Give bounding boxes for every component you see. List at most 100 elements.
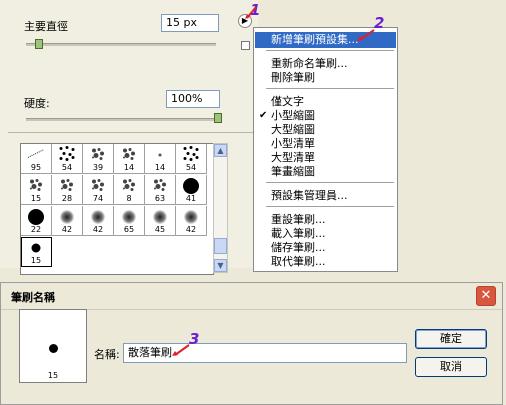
brush-tip-splatter (89, 177, 107, 196)
brush-thumbnail[interactable]: 41 (176, 175, 207, 205)
brush-thumbnail[interactable]: 15 (21, 175, 52, 205)
hardness-field[interactable]: 100% (166, 90, 220, 108)
brush-name-dialog: 筆刷名稱 ✕ 15 名稱: 散落筆刷 3 確定 取消 (0, 282, 503, 405)
name-label: 名稱: (94, 348, 120, 361)
brush-grid-scrollbar[interactable]: ▲ ▼ (213, 143, 228, 273)
brush-thumbnail[interactable]: 45 (145, 206, 176, 236)
preview-size: 15 (47, 371, 59, 380)
menu-item-label: 小型清單 (271, 137, 315, 150)
brush-size-label: 65 (123, 225, 135, 234)
brush-size-label: 42 (92, 225, 104, 234)
dialog-title: 筆刷名稱 (11, 291, 55, 304)
menu-item-label: 新增筆刷預設集... (271, 33, 359, 46)
menu-item-label: 載入筆刷... (271, 227, 326, 240)
menu-item-label: 大型縮圖 (271, 123, 315, 136)
brush-thumbnail[interactable]: 22 (21, 206, 52, 236)
brush-size-label: 41 (185, 194, 197, 203)
brush-tip-solid-large (183, 178, 199, 194)
menu-item-label: 僅文字 (271, 95, 304, 108)
brush-size-label: 54 (61, 163, 73, 172)
brush-thumbnail[interactable]: 95 (21, 144, 52, 174)
brush-tip-dots (181, 146, 201, 165)
brush-grid: 95 54 39 14 14 54 15 28 74 8 63 41 22 42 42 65 45 42 15 (20, 143, 214, 275)
brush-size-label: 14 (154, 163, 166, 172)
brush-tip-splatter (120, 177, 138, 196)
hardness-slider-track[interactable] (26, 118, 218, 121)
menu-separator (266, 88, 394, 89)
menu-item[interactable]: 筆畫縮圖 (255, 164, 396, 180)
brush-tip-splatter (151, 177, 169, 196)
annotation-arrow-1 (245, 6, 257, 19)
cancel-button[interactable]: 取消 (415, 357, 487, 377)
brush-thumbnail[interactable]: 42 (176, 206, 207, 236)
brush-thumbnail[interactable]: 74 (83, 175, 114, 205)
brush-tip-splatter (27, 177, 45, 196)
scroll-down-icon[interactable]: ▼ (214, 259, 227, 272)
menu-separator (266, 50, 394, 51)
menu-item-label: 筆畫縮圖 (271, 165, 315, 178)
brush-size-label: 63 (154, 194, 166, 203)
new-preset-icon[interactable] (241, 41, 250, 50)
menu-item[interactable]: 預設集管理員... (255, 188, 396, 204)
brush-size-label: 15 (30, 194, 42, 203)
ok-button[interactable]: 確定 (415, 329, 487, 349)
scroll-up-icon[interactable]: ▲ (214, 144, 227, 157)
brush-thumbnail[interactable]: 14 (114, 144, 145, 174)
brush-thumbnail[interactable]: 54 (52, 144, 83, 174)
dialog-titlebar: 筆刷名稱 ✕ (1, 283, 502, 310)
brush-tip-soft (184, 210, 198, 224)
hardness-label: 硬度: (24, 97, 50, 110)
brush-context-menu: 新增筆刷預設集... 重新命名筆刷... 刪除筆刷 僅文字 ✔ 小型縮圖 大型縮圖 小型清單大… (253, 27, 398, 272)
menu-item-label: 儲存筆刷... (271, 241, 326, 254)
brush-tip-soft (153, 210, 167, 224)
menu-item-label: 取代筆刷... (271, 255, 326, 268)
brush-tip-splatter (89, 146, 107, 165)
brush-name-input[interactable]: 散落筆刷 (123, 343, 407, 363)
brush-thumbnail[interactable]: 39 (83, 144, 114, 174)
brush-tip-soft (122, 210, 136, 224)
brush-thumbnail[interactable]: 14 (145, 144, 176, 174)
brush-size-label: 8 (126, 194, 132, 203)
diameter-field[interactable]: 15 px (161, 14, 219, 32)
brush-thumbnail[interactable]: 42 (52, 206, 83, 236)
diameter-label: 主要直徑 (24, 20, 68, 33)
diameter-slider-track[interactable] (26, 43, 216, 46)
menu-item-label: 刪除筆刷 (271, 71, 315, 84)
brush-size-label: 15 (30, 256, 42, 265)
brush-thumbnail[interactable]: 28 (52, 175, 83, 205)
brush-tip-splatter (120, 146, 138, 165)
divider (8, 132, 256, 133)
menu-item-label: 重設筆刷... (271, 213, 326, 226)
brush-size-label: 39 (92, 163, 104, 172)
hardness-slider-thumb[interactable] (214, 113, 222, 123)
brush-size-label: 14 (123, 163, 135, 172)
brush-size-label: 54 (185, 163, 197, 172)
brush-thumbnail[interactable]: 54 (176, 144, 207, 174)
brush-size-label: 42 (61, 225, 73, 234)
diameter-slider-thumb[interactable] (35, 39, 43, 49)
brush-thumbnail[interactable]: 63 (145, 175, 176, 205)
brush-size-label: 22 (30, 225, 42, 234)
brush-tip-line (26, 148, 46, 163)
brush-size-label: 45 (154, 225, 166, 234)
brush-thumbnail[interactable]: 15 (21, 237, 52, 267)
brush-size-label: 28 (61, 194, 73, 203)
brush-size-label: 74 (92, 194, 104, 203)
scroll-thumb[interactable] (214, 238, 227, 254)
brush-tip-dot-small (158, 153, 162, 157)
annotation-arrow-2 (357, 29, 375, 41)
close-icon[interactable]: ✕ (476, 286, 496, 306)
menu-item-label: 大型清單 (271, 151, 315, 164)
menu-separator (266, 206, 394, 207)
menu-item[interactable]: 刪除筆刷 (255, 70, 396, 86)
brush-thumbnail[interactable]: 65 (114, 206, 145, 236)
brush-tip-soft (60, 210, 74, 224)
brush-tip-splatter (58, 177, 76, 196)
menu-item-label: 小型縮圖 (271, 109, 315, 122)
brush-thumbnail[interactable]: 42 (83, 206, 114, 236)
brush-tip-solid-medium (31, 243, 41, 253)
brush-tip-soft (91, 210, 105, 224)
brush-thumbnail[interactable]: 8 (114, 175, 145, 205)
brush-tip-dots (57, 146, 77, 165)
menu-item[interactable]: 取代筆刷... (255, 254, 396, 270)
